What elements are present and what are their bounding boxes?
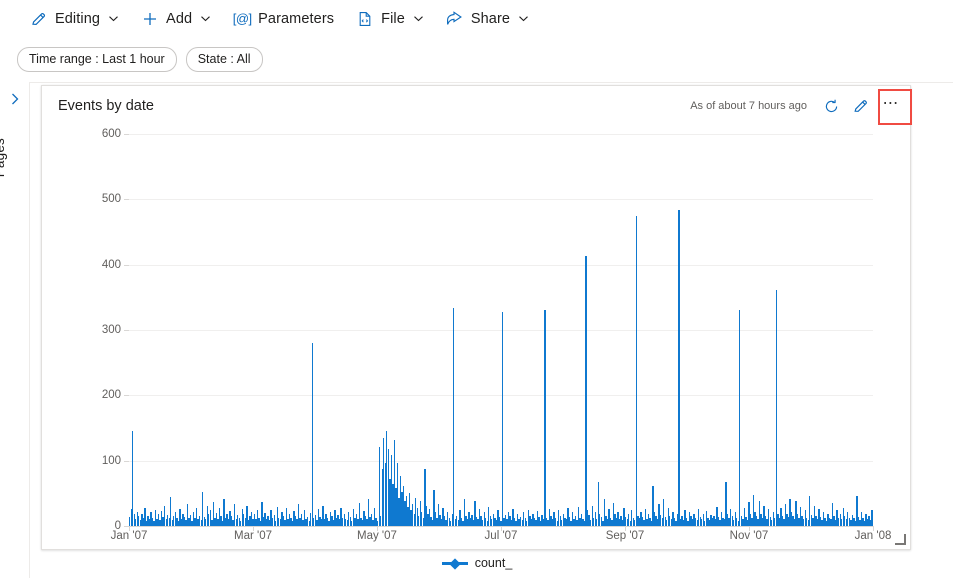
gridline: [129, 134, 873, 135]
resize-handle-icon[interactable]: [895, 534, 906, 545]
chart-bar: [501, 311, 504, 526]
x-axis-tick-label: Jan '07: [110, 530, 148, 542]
toolbar-item-parameters[interactable]: [@] Parameters: [225, 3, 342, 35]
top-toolbar: Editing Add [@] Parameters File Share: [0, 0, 953, 38]
ellipsis-icon[interactable]: ⋯: [876, 88, 906, 125]
chart-bar: [635, 215, 637, 526]
as-of-text: As of about 7 hours ago: [690, 100, 807, 112]
chart-bar: [775, 290, 777, 526]
y-axis-tick-label: 400: [101, 258, 121, 271]
chart-bar: [871, 510, 873, 526]
toolbar-item-editing[interactable]: Editing: [22, 3, 127, 35]
y-tick: [124, 199, 129, 201]
toolbar-item-label: File: [381, 10, 405, 27]
y-tick: [124, 460, 129, 462]
y-axis-tick-label: 600: [101, 128, 121, 140]
x-axis-tick-label: Jan '08: [854, 530, 892, 542]
y-tick: [124, 134, 129, 135]
refresh-icon[interactable]: [816, 91, 846, 121]
y-axis-tick-label: 200: [101, 389, 121, 402]
pencil-icon: [30, 10, 48, 28]
plus-icon: [141, 10, 159, 28]
legend-marker-icon: [441, 557, 468, 570]
chart-bar: [739, 310, 741, 526]
x-axis-tick-label: Mar '07: [234, 530, 273, 542]
toolbar-item-label: Share: [470, 10, 511, 27]
toolbar-item-add[interactable]: Add: [133, 3, 219, 35]
chart-card-actions: As of about 7 hours ago ⋯: [690, 86, 912, 126]
y-axis-tick-label: 100: [101, 454, 121, 467]
gridline: [129, 199, 873, 201]
toolbar-item-label: Editing: [55, 10, 101, 27]
plot-area[interactable]: [124, 134, 874, 531]
chart-bar: [585, 255, 587, 526]
share-icon: [446, 10, 464, 28]
toolbar-item-file[interactable]: File: [348, 3, 432, 35]
chevron-right-icon[interactable]: [8, 92, 22, 106]
file-icon: [356, 10, 374, 28]
chart-card: Events by date As of about 7 hours ago ⋯: [41, 85, 912, 570]
chart-card-header: Events by date As of about 7 hours ago ⋯: [42, 86, 912, 126]
y-axis-tick-label: 500: [101, 193, 121, 206]
chevron-down-icon: [200, 13, 211, 24]
toolbar-item-share[interactable]: Share: [438, 3, 537, 35]
pages-rail[interactable]: Pages: [0, 82, 30, 578]
x-axis-tick-label: Jul '07: [484, 530, 518, 542]
chart-bar: [132, 431, 134, 526]
x-axis-tick-label: May '07: [357, 530, 397, 542]
chart-bar: [378, 446, 380, 526]
chevron-down-icon: [518, 13, 529, 24]
toolbar-item-label: Add: [166, 10, 193, 27]
parameters-icon: [@]: [232, 11, 252, 26]
chart-bar: [544, 309, 546, 526]
chevron-down-icon: [108, 13, 119, 24]
x-axis-labels: Jan '07 Mar '07 May '07 Jul '07 Sep '07 Nov '…: [111, 530, 892, 548]
chart-legend: count_: [42, 556, 912, 570]
toolbar-item-label: Parameters: [258, 10, 335, 27]
chart-bar: [678, 210, 680, 526]
y-tick: [124, 330, 129, 331]
y-tick: [124, 264, 129, 266]
legend-label[interactable]: count_: [475, 556, 513, 570]
chart-bar: [311, 343, 313, 526]
filter-chip-time-range[interactable]: Time range : Last 1 hour: [17, 47, 177, 72]
chevron-down-icon: [413, 13, 424, 24]
gridline: [129, 264, 873, 266]
x-axis-tick-label: Nov '07: [729, 530, 769, 542]
y-axis-labels: 0 100 200 300 400 500 600: [77, 128, 121, 532]
y-tick: [124, 395, 129, 397]
filter-bar: Time range : Last 1 hour State : All: [0, 37, 953, 83]
chart-area: 0 100 200 300 400 500 600 Jan '07 Mar '07 May '0…: [42, 126, 912, 570]
chart-bar: [453, 307, 455, 526]
edit-pencil-icon[interactable]: [846, 91, 876, 121]
filter-chip-state[interactable]: State : All: [185, 47, 263, 72]
x-axis-tick-label: Sep '07: [605, 530, 645, 542]
workbook-app: Editing Add [@] Parameters File Share Ti…: [0, 0, 953, 578]
chart-title: Events by date: [58, 98, 154, 114]
y-axis-tick-label: 300: [101, 324, 121, 336]
